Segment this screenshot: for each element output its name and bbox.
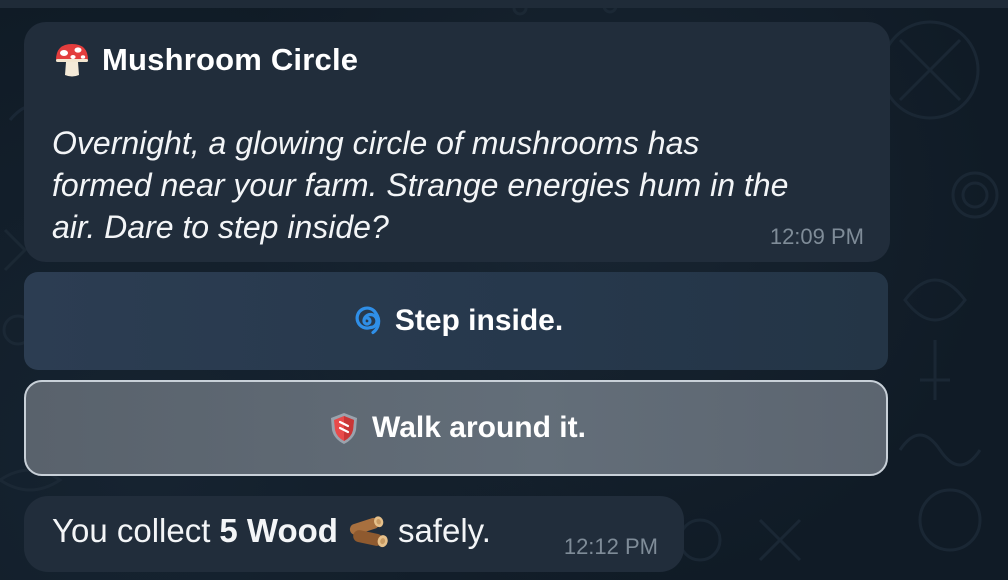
- previous-message-edge: [0, 0, 1008, 8]
- shield-icon: [326, 410, 362, 446]
- event-message-bubble: Mushroom Circle Overnight, a glowing cir…: [24, 22, 890, 262]
- step-inside-label: Step inside.: [394, 304, 564, 337]
- cyclone-icon: [349, 303, 385, 339]
- message-title: Mushroom Circle: [52, 40, 358, 80]
- step-inside-button[interactable]: Step inside.: [24, 272, 888, 370]
- walk-around-label: Walk around it.: [372, 411, 586, 444]
- wood-icon: [347, 512, 389, 550]
- message-body: Overnight, a glowing circle of mushrooms…: [52, 122, 872, 248]
- message-timestamp: 12:09 PM: [769, 224, 864, 249]
- result-text-before: You collect: [52, 512, 211, 549]
- result-message-bubble: You collect 5 Wood safely. 12:12 PM: [24, 496, 684, 572]
- message-title-text: Mushroom Circle: [102, 42, 359, 77]
- message-body-line: air. Dare to step inside?: [52, 209, 389, 245]
- message-body-line: formed near your farm. Strange energies …: [52, 167, 789, 203]
- result-text-after: safely.: [397, 512, 491, 549]
- result-amount: 5 Wood: [219, 512, 338, 549]
- result-timestamp: 12:12 PM: [563, 534, 658, 559]
- walk-around-button[interactable]: Walk around it.: [24, 380, 888, 476]
- message-body-line: Overnight, a glowing circle of mushrooms…: [52, 125, 700, 161]
- mushroom-icon: [52, 40, 92, 80]
- result-message-text: You collect 5 Wood safely.: [52, 512, 491, 550]
